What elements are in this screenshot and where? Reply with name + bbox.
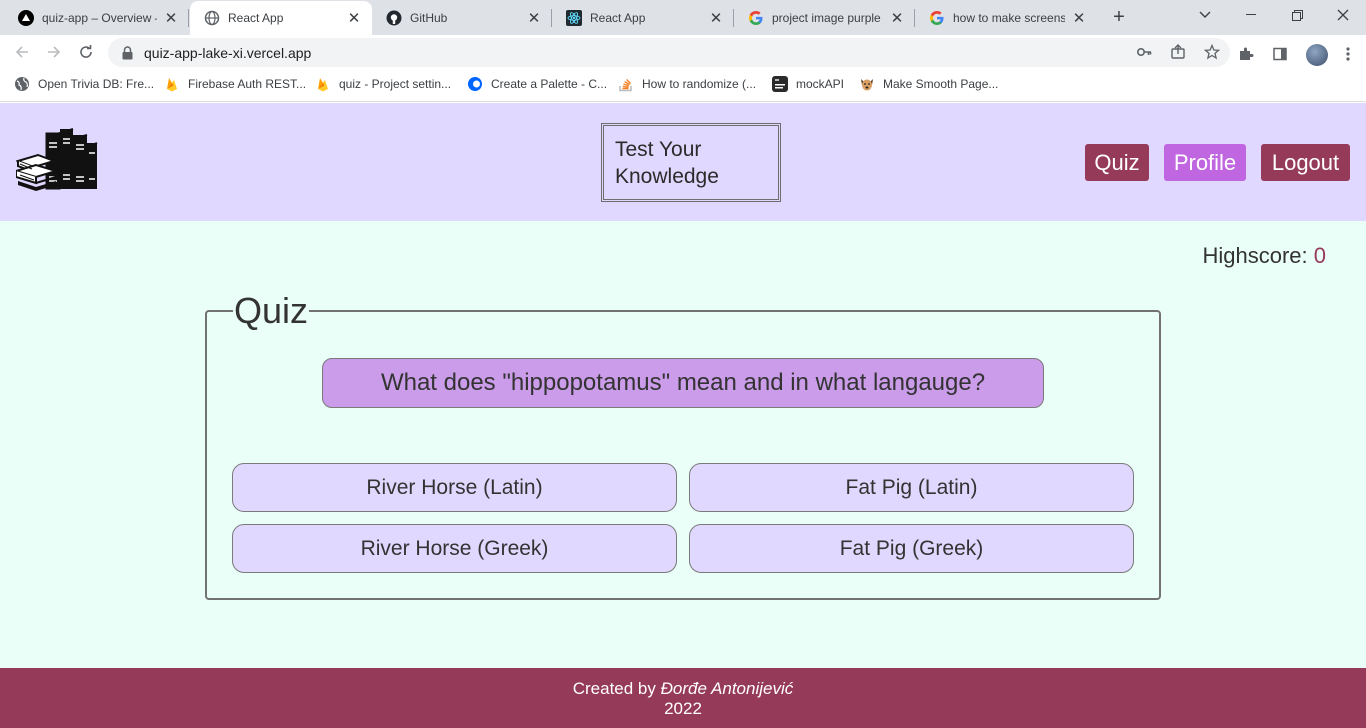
close-icon[interactable]: ✕ [1071, 10, 1087, 27]
tab-label: how to make screensh [953, 10, 1065, 25]
books-logo-icon[interactable] [12, 125, 98, 191]
close-icon[interactable]: ✕ [346, 10, 362, 27]
close-icon[interactable]: ✕ [708, 10, 724, 27]
close-icon[interactable]: ✕ [163, 10, 179, 27]
key-icon[interactable] [1136, 44, 1152, 63]
url-text: quiz-app-lake-xi.vercel.app [144, 44, 312, 61]
highscore-value: 0 [1313, 243, 1326, 268]
restore-icon[interactable] [1274, 0, 1320, 30]
close-icon[interactable]: ✕ [526, 10, 542, 27]
kebab-menu-icon[interactable] [1346, 46, 1350, 65]
globe-icon [14, 76, 30, 92]
tab-label: quiz-app – Overview – [42, 10, 157, 25]
bookmark-smooth-page[interactable]: Make Smooth Page... [859, 76, 998, 92]
star-icon[interactable] [1203, 43, 1221, 63]
tab-search-chevron-icon[interactable] [1182, 0, 1228, 30]
firebase-icon [315, 76, 331, 92]
browser-tabstrip: quiz-app – Overview – ✕ React App ✕ GitH… [0, 0, 1366, 35]
footer-year: 2022 [664, 699, 702, 718]
new-tab-plus-icon[interactable]: + [1108, 6, 1130, 28]
globe-icon [204, 10, 220, 26]
side-panel-icon[interactable] [1272, 46, 1288, 65]
question-text: What does "hippopotamus" mean and in wha… [322, 358, 1044, 408]
footer-credit: Created by Đorđe Antonijević [0, 679, 1366, 699]
stackoverflow-icon [618, 76, 634, 92]
coolors-icon [467, 76, 483, 92]
answer-button-3[interactable]: River Horse (Greek) [232, 524, 677, 573]
reload-icon[interactable] [74, 40, 98, 64]
lock-icon[interactable] [122, 45, 134, 60]
vercel-icon [18, 9, 34, 26]
answer-button-2[interactable]: Fat Pig (Latin) [689, 463, 1134, 512]
highscore-label: Highscore: [1202, 243, 1308, 268]
nav-quiz-button[interactable]: Quiz [1085, 144, 1149, 181]
answer-button-1[interactable]: River Horse (Latin) [232, 463, 677, 512]
close-icon[interactable]: ✕ [889, 10, 905, 27]
quiz-legend: Quiz [233, 289, 310, 333]
bookmark-open-trivia[interactable]: Open Trivia DB: Fre... [14, 76, 154, 92]
browser-toolbar: quiz-app-lake-xi.vercel.app [0, 35, 1366, 69]
share-icon[interactable] [1170, 44, 1186, 63]
tab-label: React App [228, 11, 284, 25]
highscore: Highscore: 0 [1202, 243, 1326, 269]
footer-created-by: Created by [572, 679, 656, 698]
brand-title: Test Your Knowledge [615, 138, 719, 188]
back-arrow-icon[interactable] [10, 40, 34, 64]
brand-title-box: Test Your Knowledge [601, 123, 781, 202]
browser-tab-google-2[interactable]: how to make screensh ✕ [915, 0, 1097, 35]
address-bar[interactable]: quiz-app-lake-xi.vercel.app [108, 38, 1230, 67]
browser-tab-google-1[interactable]: project image purple c ✕ [734, 0, 915, 35]
google-icon [929, 10, 945, 26]
tab-label: project image purple c [772, 10, 883, 25]
minimize-icon[interactable] [1228, 0, 1274, 30]
forward-arrow-icon[interactable] [42, 40, 66, 64]
bookmark-quiz-project[interactable]: quiz - Project settin... [315, 76, 451, 92]
bookmark-mockapi[interactable]: mockAPI [772, 76, 844, 92]
browser-tab-github[interactable]: GitHub ✕ [372, 0, 552, 35]
profile-avatar[interactable] [1306, 44, 1328, 66]
browser-tab-vercel[interactable]: quiz-app – Overview – ✕ [4, 0, 189, 35]
footer-author: Đorđe Antonijević [660, 679, 794, 698]
footer: Created by Đorđe Antonijević 2022 [0, 668, 1366, 728]
browser-tab-react-2[interactable]: React App ✕ [552, 0, 734, 35]
react-icon [566, 9, 582, 26]
browser-tab-react-active[interactable]: React App ✕ [190, 1, 372, 35]
app-header: Test Your Knowledge Quiz Profile Logout [0, 103, 1366, 221]
tab-label: React App [590, 10, 646, 25]
answer-button-4[interactable]: Fat Pig (Greek) [689, 524, 1134, 573]
page-viewport: Test Your Knowledge Quiz Profile Logout … [0, 103, 1366, 728]
firebase-icon [164, 76, 180, 92]
bookmarks-bar: Open Trivia DB: Fre... Firebase Auth RES… [0, 69, 1366, 102]
google-icon [748, 10, 764, 26]
bookmark-stackoverflow[interactable]: How to randomize (... [618, 76, 756, 92]
dog-icon [859, 76, 875, 92]
bookmark-coolors[interactable]: Create a Palette - C... [467, 76, 607, 92]
window-close-icon[interactable] [1320, 0, 1366, 30]
mockapi-icon [772, 76, 788, 92]
github-icon [386, 10, 402, 26]
extensions-puzzle-icon[interactable] [1238, 46, 1254, 65]
tab-label: GitHub [410, 10, 448, 25]
nav-profile-button[interactable]: Profile [1164, 144, 1246, 181]
bookmark-firebase-auth[interactable]: Firebase Auth REST... [164, 76, 306, 92]
nav-logout-button[interactable]: Logout [1261, 144, 1350, 181]
